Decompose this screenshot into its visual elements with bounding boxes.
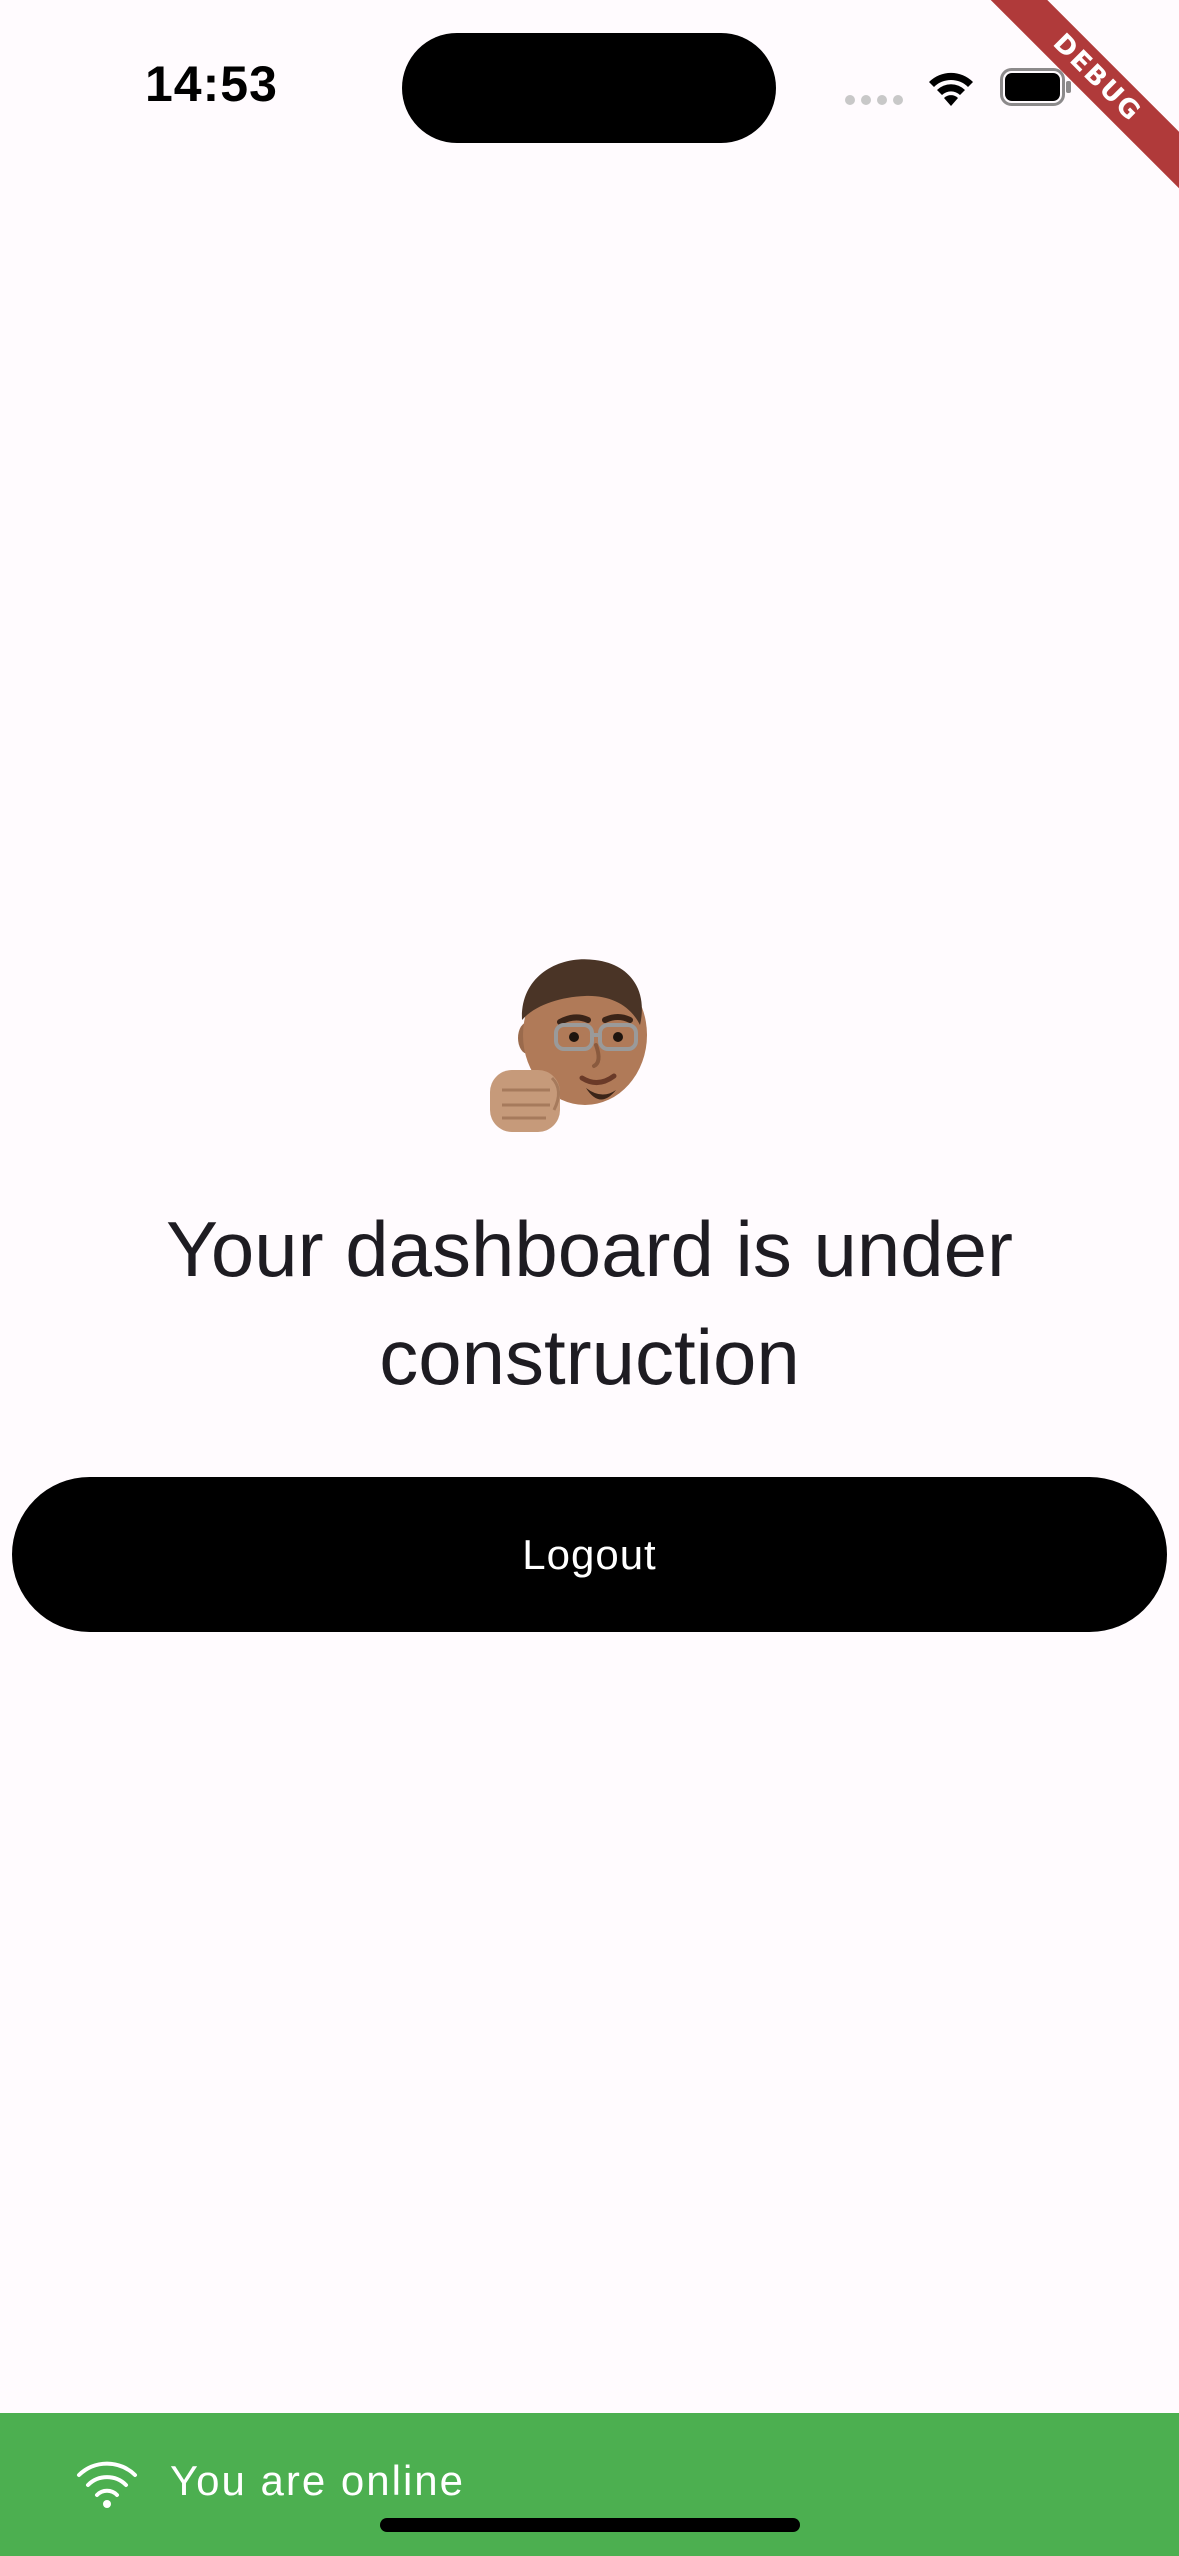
debug-label: DEBUG	[979, 0, 1179, 199]
home-indicator[interactable]	[380, 2518, 800, 2532]
logout-button[interactable]: Logout	[12, 1477, 1167, 1632]
cellular-signal-icon	[845, 95, 905, 105]
status-time: 14:53	[145, 56, 278, 112]
debug-banner: DEBUG	[979, 0, 1179, 200]
wifi-icon	[77, 2461, 137, 2508]
memoji-avatar-icon	[490, 959, 647, 1132]
page-headline: Your dashboard is under construction	[165, 1205, 1014, 1401]
connectivity-status-text: You are online	[170, 2457, 466, 2504]
connectivity-banner: You are online	[0, 2413, 1179, 2556]
dynamic-island	[402, 33, 776, 143]
wifi-icon	[929, 72, 973, 106]
